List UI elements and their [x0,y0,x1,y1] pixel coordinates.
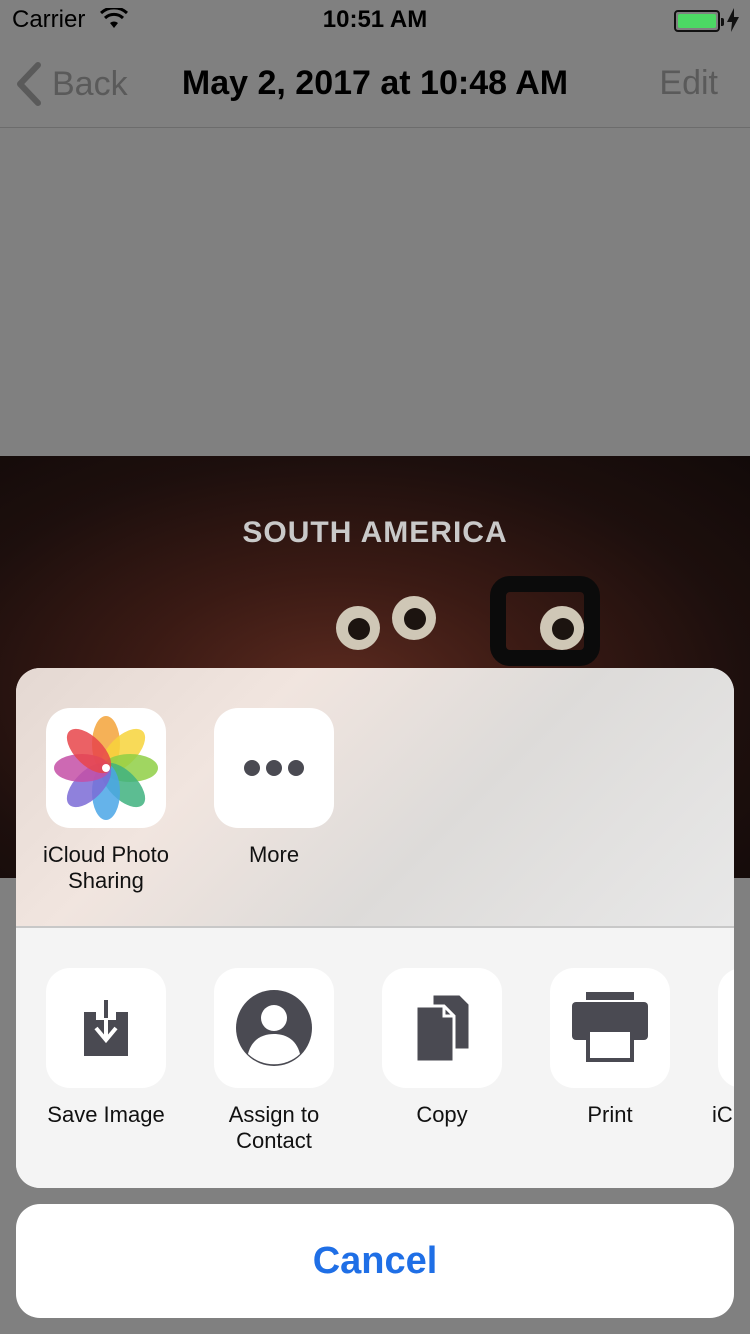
battery-icon [674,10,724,32]
photos-icon [54,716,158,820]
print-button[interactable] [550,968,670,1088]
status-time: 10:51 AM [322,6,428,33]
print-icon [572,992,648,1062]
photo-caption: SOUTH AMERICA [242,516,508,549]
charging-icon [727,8,739,32]
icloud-photo-sharing-label: iCloud Photo Sharing [43,842,169,893]
save-image-label: Save Image [47,1102,165,1127]
assign-to-contact-button[interactable] [214,968,334,1088]
copy-button[interactable] [382,968,502,1088]
edit-button[interactable]: Edit [659,64,718,103]
save-image-icon [84,1000,128,1056]
share-apps-row: iCloud Photo Sharing More [16,668,734,928]
assign-to-contact-label: Assign to Contact [228,1102,320,1153]
print-label: Print [587,1102,633,1127]
more-button[interactable] [214,708,334,828]
contact-icon [236,990,312,1066]
photo-eye-left [336,606,380,650]
page-title: May 2, 2017 at 10:48 AM [181,64,569,102]
icloud-photo-sharing-button[interactable] [46,708,166,828]
share-actions-row: Save Image Assign to Contact Copy Print … [16,928,734,1188]
more-icon [244,760,304,776]
more-label: More [248,842,300,867]
save-image-button[interactable] [46,968,166,1088]
photo-eye-right [392,596,436,640]
status-bar: Carrier 10:51 AM [0,0,750,40]
copy-label: Copy [416,1102,468,1127]
navigation-bar: Back May 2, 2017 at 10:48 AM Edit [0,40,750,128]
share-sheet: iCloud Photo Sharing More Save Image Ass… [16,668,734,1188]
copy-icon [414,992,472,1064]
partial-action-label: iC [712,1102,733,1127]
photo-glasses [490,576,600,666]
partial-action-button[interactable] [718,968,734,1088]
cancel-button[interactable]: Cancel [16,1204,734,1318]
